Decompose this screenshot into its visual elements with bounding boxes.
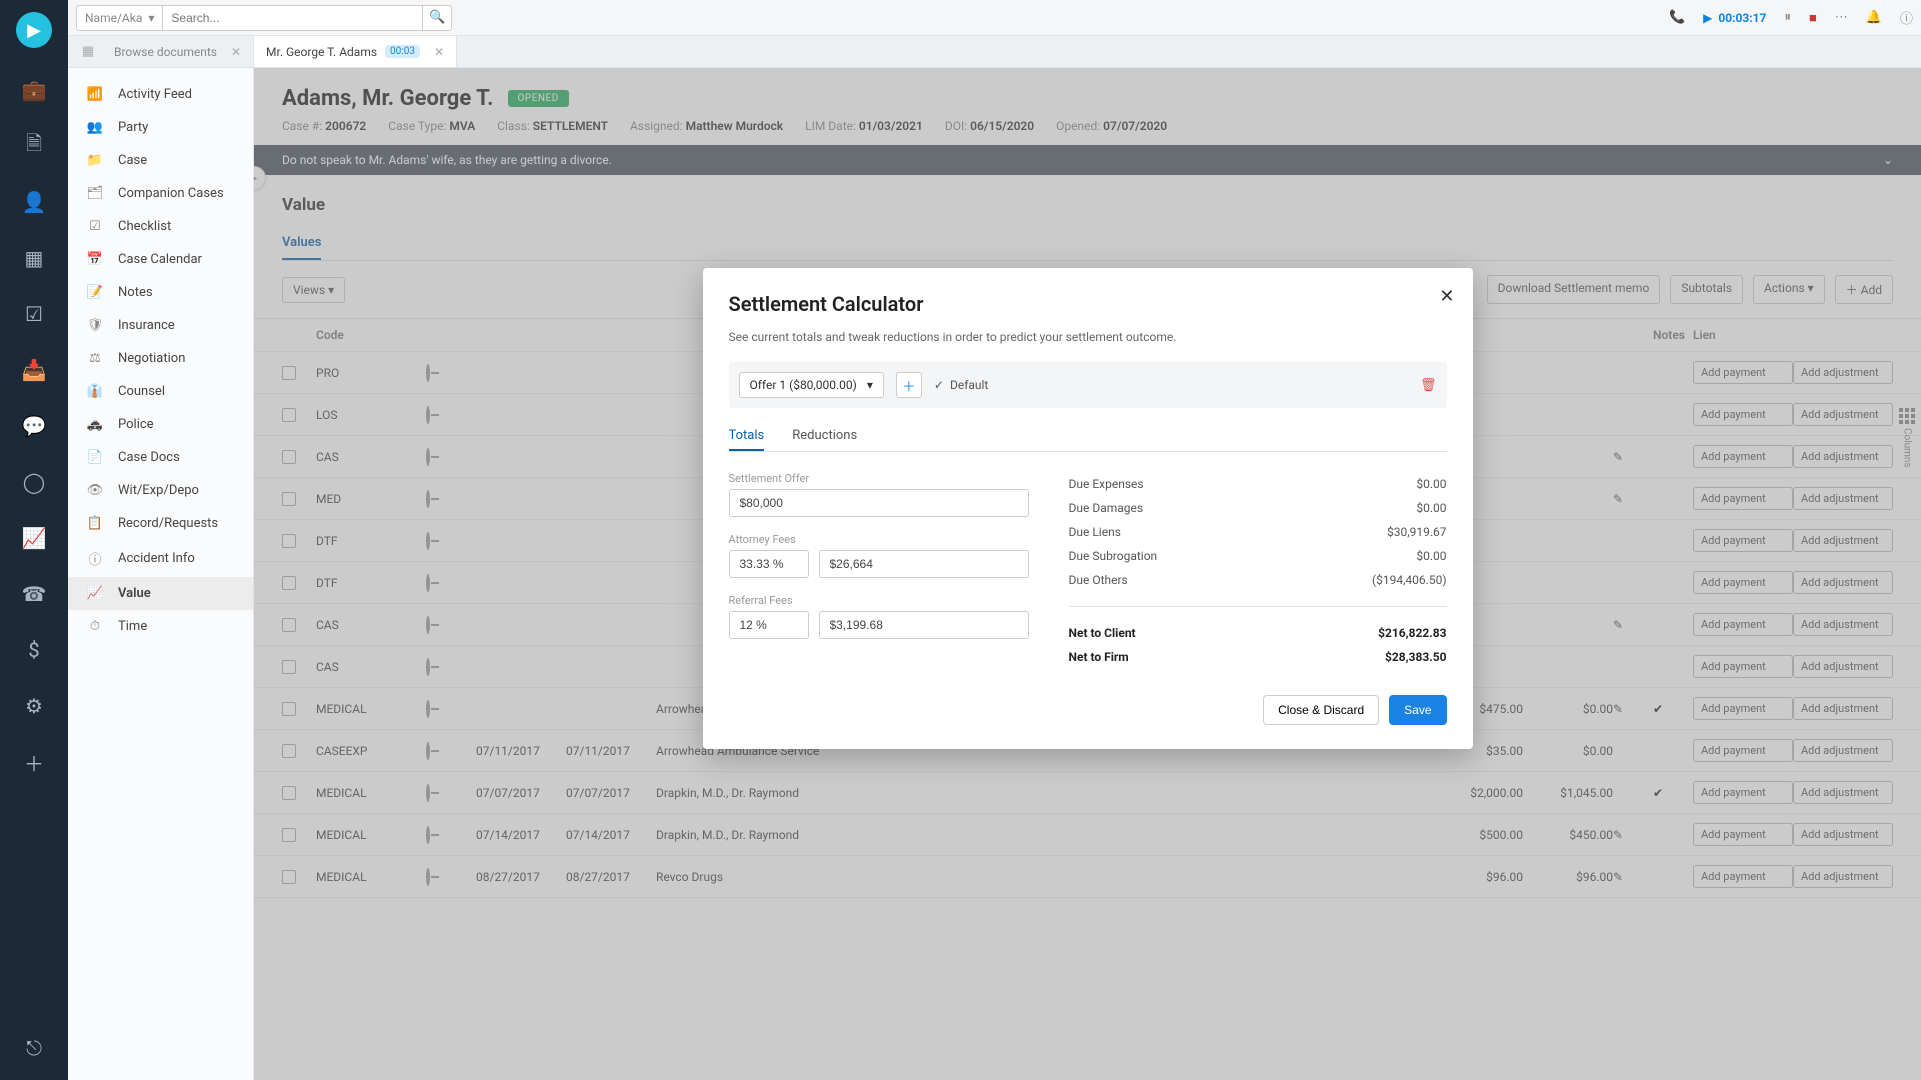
sidenav-item-police[interactable]: 🚓Police [68, 408, 253, 441]
nav-icon: 👔 [86, 384, 104, 399]
calendar-icon[interactable]: ▦ [20, 244, 48, 272]
sidenav-item-time[interactable]: ⏱Time [68, 610, 253, 643]
phone-log-icon[interactable]: ☎ [20, 580, 48, 608]
globe-icon[interactable]: ◯ [20, 468, 48, 496]
logout-icon[interactable]: ⎋ [20, 1034, 48, 1062]
briefcase-icon[interactable]: 💼 [20, 76, 48, 104]
help-icon[interactable]: ⓘ [1900, 8, 1913, 27]
bell-icon[interactable]: 🔔 [1866, 10, 1882, 25]
attorney-fee-pct-input[interactable] [729, 550, 809, 578]
nav-icon: ☑ [86, 219, 104, 234]
nav-icon: 📶 [86, 87, 104, 102]
sidenav-item-negotiation[interactable]: ⚖Negotiation [68, 342, 253, 375]
nav-icon: 📝 [86, 285, 104, 300]
nav-icon: 📋 [86, 516, 104, 531]
sidenav-item-companion-cases[interactable]: 🗂Companion Cases [68, 177, 253, 210]
nav-icon: ⏱ [86, 619, 104, 634]
nav-icon: 🛡 [86, 318, 104, 333]
nav-icon: ⓘ [86, 549, 104, 568]
nav-icon: 🚓 [86, 417, 104, 432]
phone-icon[interactable]: 📞 [1669, 10, 1685, 25]
inbox-icon[interactable]: 📥 [20, 356, 48, 384]
save-button[interactable]: Save [1389, 695, 1446, 725]
modal-subtitle: See current totals and tweak reductions … [729, 330, 1447, 344]
nav-icon: 👥 [86, 120, 104, 135]
reports-icon[interactable]: 📈 [20, 524, 48, 552]
delete-offer-button[interactable]: 🗑 [1420, 378, 1437, 393]
nav-icon: 📄 [86, 450, 104, 465]
pause-icon[interactable]: ⏸ [1784, 10, 1791, 25]
money-icon[interactable]: $ [20, 636, 48, 664]
more-icon[interactable]: ⋯ [1835, 10, 1848, 25]
stop-icon[interactable]: ■ [1809, 10, 1817, 26]
offer-dropdown[interactable]: Offer 1 ($80,000.00) ▾ [739, 372, 884, 398]
modal-scrim: ✕ Settlement Calculator See current tota… [254, 68, 1921, 1080]
sidenav-item-wit-exp-depo[interactable]: 👁Wit/Exp/Depo [68, 474, 253, 507]
close-modal-button[interactable]: ✕ [1439, 286, 1454, 307]
sidenav-item-value[interactable]: 📈Value [68, 577, 253, 610]
main-panel: ▸ Adams, Mr. George T. OPENED Case #: 20… [254, 68, 1921, 1080]
settlement-offer-input[interactable] [729, 489, 1029, 517]
left-rail: ▶ 💼 🗎 👤 ▦ ☑ 📥 💬 ◯ 📈 ☎ $ ⚙ ＋ ⎋ [0, 0, 68, 1080]
nav-icon: ⚖ [86, 351, 104, 366]
chat-icon[interactable]: 💬 [20, 412, 48, 440]
referral-fee-pct-input[interactable] [729, 611, 809, 639]
attorney-fee-amt-input[interactable] [819, 550, 1029, 578]
call-timer[interactable]: ▶ 00:03:17 [1703, 11, 1766, 25]
tab-timer-badge: 00:03 [385, 45, 420, 58]
document-icon[interactable]: 🗎 [20, 132, 48, 160]
close-discard-button[interactable]: Close & Discard [1263, 695, 1379, 725]
nav-icon: 👁 [86, 483, 104, 498]
modal-tab-reductions[interactable]: Reductions [792, 422, 857, 451]
nav-icon: 📁 [86, 153, 104, 168]
sidenav-item-case[interactable]: 📁Case [68, 144, 253, 177]
tab-case[interactable]: Mr. George T. Adams 00:03 ✕ [254, 36, 457, 67]
nav-icon: 🗂 [86, 186, 104, 201]
sidenav-item-checklist[interactable]: ☑Checklist [68, 210, 253, 243]
sidenav-item-record-requests[interactable]: 📋Record/Requests [68, 507, 253, 540]
search-button[interactable]: 🔍 [422, 5, 452, 31]
sidenav-item-accident-info[interactable]: ⓘAccident Info [68, 540, 253, 577]
gear-icon[interactable]: ⚙ [20, 692, 48, 720]
close-icon[interactable]: ✕ [434, 45, 444, 59]
sidenav-item-notes[interactable]: 📝Notes [68, 276, 253, 309]
sidenav-item-case-docs[interactable]: 📄Case Docs [68, 441, 253, 474]
default-indicator: ✓ Default [934, 378, 988, 392]
close-icon[interactable]: ✕ [231, 45, 241, 59]
nav-icon: 📅 [86, 252, 104, 267]
apps-grid-icon[interactable]: ▦ [74, 36, 102, 67]
referral-fee-amt-input[interactable] [819, 611, 1029, 639]
case-side-nav: 📶Activity Feed👥Party📁Case🗂Companion Case… [68, 68, 254, 1080]
modal-title: Settlement Calculator [729, 292, 1447, 316]
plus-icon[interactable]: ＋ [20, 748, 48, 776]
sidenav-item-counsel[interactable]: 👔Counsel [68, 375, 253, 408]
sidenav-item-insurance[interactable]: 🛡Insurance [68, 309, 253, 342]
sidenav-item-case-calendar[interactable]: 📅Case Calendar [68, 243, 253, 276]
checkbox-icon[interactable]: ☑ [20, 300, 48, 328]
modal-tab-totals[interactable]: Totals [729, 422, 765, 451]
search-kind-dropdown[interactable]: Name/Aka ▾ [76, 5, 162, 31]
add-offer-button[interactable]: ＋ [896, 372, 922, 398]
tabs-bar: ▦ Browse documents✕ Mr. George T. Adams … [68, 36, 1921, 68]
app-logo[interactable]: ▶ [16, 12, 52, 48]
tab-browse-documents[interactable]: Browse documents✕ [102, 36, 254, 67]
nav-icon: 📈 [86, 586, 104, 601]
settlement-calculator-modal: ✕ Settlement Calculator See current tota… [703, 268, 1473, 749]
sidenav-item-activity-feed[interactable]: 📶Activity Feed [68, 78, 253, 111]
search-input[interactable] [162, 5, 422, 31]
contact-icon[interactable]: 👤 [20, 188, 48, 216]
sidenav-item-party[interactable]: 👥Party [68, 111, 253, 144]
topbar: Name/Aka ▾ 🔍 📞 ▶ 00:03:17 ⏸ ■ ⋯ 🔔 ⓘ [68, 0, 1921, 36]
